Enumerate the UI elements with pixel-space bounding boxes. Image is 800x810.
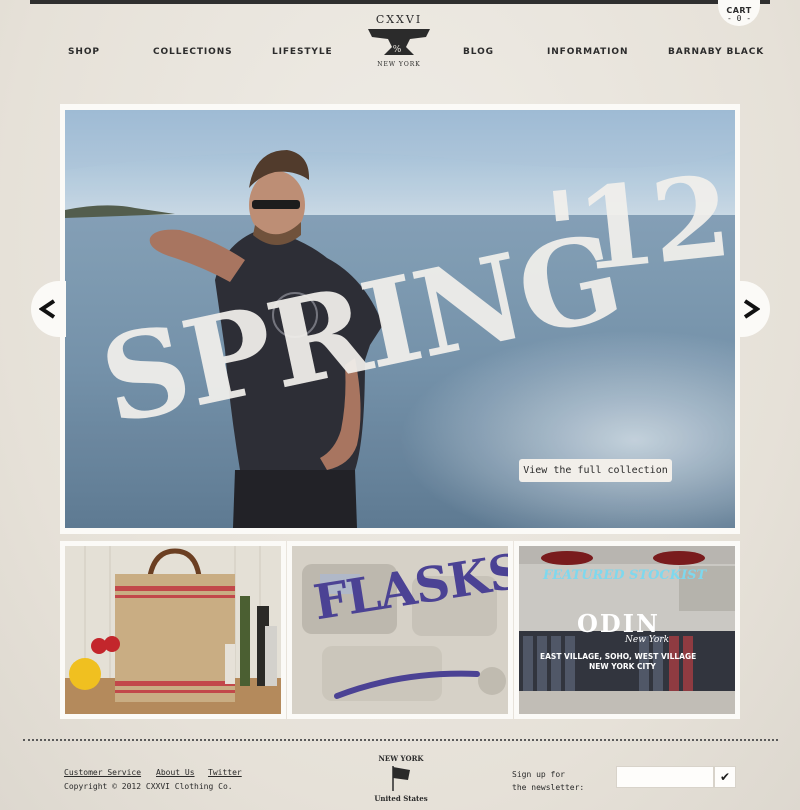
footer-badge-top: NEW YORK [378, 754, 424, 763]
nav-lifestyle[interactable]: LIFESTYLE [272, 47, 333, 57]
newsletter-label-line2: the newsletter: [512, 783, 585, 792]
checkmark-icon: ✔ [719, 770, 731, 784]
footer-badge-bottom: United States [374, 794, 428, 803]
newsletter-label-line1: Sign up for [512, 770, 565, 779]
copyright-text: Copyright © 2012 CXXVI Clothing Co. [64, 782, 233, 791]
footer-link-about-us[interactable]: About Us [156, 768, 195, 777]
flag-icon [392, 766, 410, 791]
logo-mark: % [393, 45, 402, 55]
footer-badge: NEW YORK United States [370, 752, 432, 806]
stockist-store-name: ODIN [577, 609, 660, 638]
chevron-left-icon [39, 299, 56, 319]
cart-label: CART [726, 6, 752, 15]
next-slide-button[interactable] [735, 281, 770, 337]
view-collection-button[interactable]: View the full collection [519, 459, 672, 482]
stockist-locations: EAST VILLAGE, SOHO, WEST VILLAGE [540, 652, 697, 661]
nav-information[interactable]: INFORMATION [547, 47, 628, 57]
nav-barnaby-black[interactable]: BARNABY BLACK [668, 47, 764, 57]
logo-city: NEW YORK [377, 61, 421, 68]
footer-link-customer-service[interactable]: Customer Service [64, 768, 141, 777]
cart-count: - 0 - [726, 14, 752, 23]
stockist-store-city: New York [625, 635, 670, 645]
tote-bag-photo [65, 546, 281, 714]
newsletter-label: Sign up for the newsletter: [512, 768, 584, 794]
footer-link-twitter[interactable]: Twitter [208, 768, 242, 777]
nav-collections[interactable]: COLLECTIONS [153, 47, 233, 57]
nav-blog[interactable]: BLOG [463, 47, 494, 57]
footer-divider [23, 739, 778, 741]
cart-button[interactable]: CART - 0 - [718, 0, 760, 26]
newsletter-email-input[interactable] [616, 766, 714, 788]
stockist-region: NEW YORK CITY [589, 662, 656, 671]
anvil-icon: % [368, 29, 430, 55]
prev-slide-button[interactable] [31, 281, 66, 337]
top-bar [30, 0, 770, 4]
chevron-right-icon [743, 299, 760, 319]
stockist-heading: FEATURED STOCKIST [543, 568, 707, 583]
tile-featured-stockist[interactable]: FEATURED STOCKIST ODIN New York EAST VIL… [514, 541, 740, 719]
newsletter-submit-button[interactable]: ✔ [714, 766, 736, 788]
nav-shop[interactable]: SHOP [68, 47, 100, 57]
tile-tote-bag[interactable] [60, 541, 286, 719]
tile-flasks[interactable]: FLASKS! [287, 541, 513, 719]
site-logo[interactable]: CXXVI % NEW YORK [360, 10, 438, 74]
